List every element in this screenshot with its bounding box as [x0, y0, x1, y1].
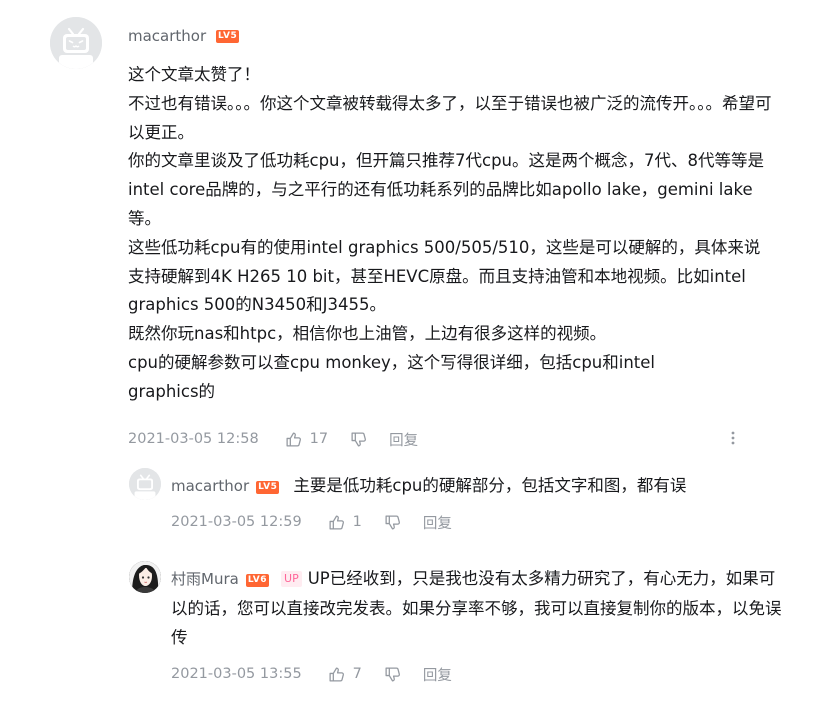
reply-username[interactable]: 村雨Mura	[171, 570, 239, 588]
thumbs-up-icon	[286, 431, 301, 447]
level-badge: LV5	[256, 481, 280, 494]
comment-line: 你的文章里谈及了低功耗cpu，但开篇只推荐7代cpu。这是两个概念，7代、8代等…	[128, 151, 764, 228]
reply-time: 2021-03-05 12:59	[171, 514, 302, 530]
up-badge: UP	[281, 571, 302, 587]
more-vertical-icon[interactable]	[729, 430, 737, 448]
commenter-username[interactable]: macarthor	[128, 27, 206, 45]
like-count: 17	[309, 431, 329, 447]
tv-mascot-default-avatar-icon	[129, 468, 161, 500]
reply-meta: 2021-03-05 12:59 1 回复	[171, 511, 452, 533]
comment-time: 2021-03-05 12:58	[128, 431, 259, 447]
comment-line: 这个文章太赞了！	[128, 65, 260, 84]
thumbs-up-icon	[329, 514, 344, 530]
comment-line: 不过也有错误。。。你这个文章被转载得太多了，以至于错误也被广泛的流传开。。。希望…	[128, 93, 772, 142]
anime-girl-avatar-icon	[129, 561, 161, 593]
like-button[interactable]: 7	[328, 666, 362, 683]
thumbs-down-icon	[385, 514, 400, 530]
reply-meta: 2021-03-05 13:55 7 回复	[171, 663, 452, 685]
reply-username[interactable]: macarthor	[171, 477, 249, 495]
tv-mascot-default-avatar-icon	[50, 17, 102, 69]
reply-body: 村雨Mura LV6 UP UP已经收到，只是我也没有太多精力研究了，有心无力，如果可…	[171, 564, 783, 652]
like-button[interactable]: 1	[328, 514, 362, 531]
comment-line: cpu的硬解参数可以查cpu monkey，这个写得很详细，包括cpu和inte…	[128, 352, 661, 401]
comment-meta: 2021-03-05 12:58 17 回复	[128, 428, 418, 450]
comment-body: 这个文章太赞了！ 不过也有错误。。。你这个文章被转载得太多了，以至于错误也被广泛…	[128, 61, 778, 407]
dislike-button[interactable]	[350, 431, 367, 448]
commenter-avatar[interactable]	[50, 17, 102, 69]
reply-button[interactable]: 回复	[389, 429, 418, 450]
reply-text: 主要是低功耗cpu的硬解部分，包括文字和图，都有误	[293, 476, 687, 495]
thumbs-up-icon	[329, 666, 344, 682]
level-badge: LV6	[245, 574, 270, 587]
reply-button[interactable]: 回复	[423, 512, 452, 533]
reply-avatar[interactable]	[129, 468, 161, 500]
reply-button[interactable]: 回复	[423, 664, 452, 685]
like-count: 7	[352, 666, 362, 682]
like-count: 1	[352, 514, 362, 530]
dislike-button[interactable]	[384, 514, 401, 531]
reply-time: 2021-03-05 13:55	[171, 666, 302, 682]
thumbs-down-icon	[351, 431, 367, 447]
like-button[interactable]: 17	[285, 431, 328, 448]
dislike-button[interactable]	[384, 666, 401, 683]
level-badge: LV5	[216, 30, 240, 43]
reply-body: macarthor LV5 主要是低功耗cpu的硬解部分，包括文字和图，都有误	[171, 471, 771, 501]
thumbs-down-icon	[385, 666, 400, 682]
reply-avatar[interactable]	[129, 561, 161, 593]
comment-line: 这些低功耗cpu有的使用intel graphics 500/505/510，这…	[128, 237, 761, 315]
comment-line: 既然你玩nas和htpc，相信你也上油管，上边有很多这样的视频。	[128, 324, 607, 344]
